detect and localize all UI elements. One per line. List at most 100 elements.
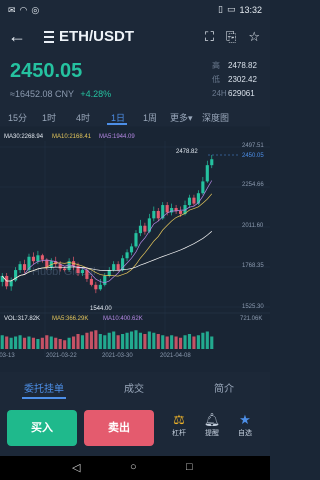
volume-bar xyxy=(134,330,138,349)
tab-intro[interactable]: 简介 xyxy=(214,380,234,395)
volume-bar xyxy=(112,331,116,349)
volume-bar xyxy=(80,335,85,349)
battery-icon: ▭ xyxy=(226,4,236,14)
section-tabs: 委托挂单 成交 简介 xyxy=(0,372,270,400)
volume-bar xyxy=(192,336,196,349)
chart-grid xyxy=(0,141,270,357)
candle-body xyxy=(116,264,120,271)
action-bar: 买入 卖出 ⚖ 杠杆 🔔︎ 提醒 ★ 自选 xyxy=(0,400,270,456)
volume-bar xyxy=(27,336,31,349)
volume-bar xyxy=(170,335,174,349)
volume-bar xyxy=(72,336,76,349)
ma5-label: MA5:1944.09 xyxy=(99,134,135,140)
nav-home-icon[interactable]: ○ xyxy=(130,461,137,473)
low-price-label: 1544.00 xyxy=(90,306,112,312)
candle-body xyxy=(98,284,102,290)
x-tick-label: 2021-04-08 xyxy=(160,353,191,359)
tab-more[interactable]: 更多▾ xyxy=(170,111,193,124)
alert-button[interactable]: 🔔︎ 提醒 xyxy=(197,412,227,438)
favorite-star-icon[interactable]: ☆ xyxy=(248,29,260,45)
sell-button[interactable]: 卖出 xyxy=(84,410,154,446)
y-tick-label: 2497.51 xyxy=(242,143,264,149)
nav-back-icon[interactable]: ◁ xyxy=(72,461,80,474)
volume-bar xyxy=(5,336,9,349)
tab-orders[interactable]: 委托挂单 xyxy=(24,380,64,395)
volume-bar xyxy=(36,339,40,349)
alert-label: 提醒 xyxy=(205,430,219,437)
volume-bar xyxy=(107,332,111,349)
volume-bar xyxy=(85,332,89,349)
volume-bar xyxy=(18,335,22,349)
active-tab-underline xyxy=(107,123,127,125)
favorite-label: 自选 xyxy=(238,430,252,437)
tab-15m[interactable]: 15分 xyxy=(8,111,27,124)
vibrate-icon: ▯ xyxy=(218,4,223,14)
volume-bar xyxy=(187,334,192,349)
volume-bar xyxy=(58,339,62,349)
volume-bar xyxy=(147,331,151,349)
volume-bar xyxy=(196,335,200,349)
leverage-icon: ⚖ xyxy=(173,412,185,427)
volume-bar xyxy=(67,337,71,349)
price-change: +4.28% xyxy=(80,89,112,99)
fullscreen-icon[interactable]: ⛶ xyxy=(205,29,214,45)
section-tab-underline xyxy=(22,397,66,399)
stat-24h: 24H 629061 xyxy=(212,88,255,98)
volume-bar xyxy=(22,337,27,349)
volume-bar xyxy=(174,336,178,349)
bell-icon: 🔔︎ xyxy=(203,412,221,427)
candle-body xyxy=(94,284,98,290)
vol-ma10-label: MA10:400.62K xyxy=(103,316,143,322)
candle-body xyxy=(31,256,35,262)
volume-bar xyxy=(76,334,80,349)
tab-depth[interactable]: 深度图 xyxy=(202,111,229,124)
header: ← ETH/USDT ⛶ ⎘ ☆ xyxy=(0,20,270,54)
share-icon[interactable]: ⎘ xyxy=(226,29,236,45)
volume-bar xyxy=(161,335,165,349)
volume-bar xyxy=(9,337,13,349)
volume-bar xyxy=(89,331,93,349)
volume-bar xyxy=(210,336,214,349)
candle-body xyxy=(134,233,138,247)
volume-bar xyxy=(179,337,183,349)
volume-bar xyxy=(138,332,142,349)
back-arrow-icon[interactable]: ← xyxy=(8,26,26,47)
y-ticks-group: 2497.51 2254.66 2011.60 1768.35 1525.30 xyxy=(242,143,264,310)
volume-bar xyxy=(63,340,67,349)
candle-body xyxy=(18,264,22,271)
volume-bar xyxy=(183,335,187,349)
volume-bar xyxy=(0,335,4,349)
candle-body xyxy=(156,210,160,219)
leverage-button[interactable]: ⚖ 杠杆 xyxy=(164,412,194,438)
pair-selector[interactable]: ETH/USDT xyxy=(44,28,134,45)
candle-body xyxy=(192,197,196,204)
system-nav-bar: ◁ ○ □ xyxy=(0,456,270,480)
kline-chart[interactable]: MA30:2268.94 MA10:2168.41 MA5:1944.09 Hu… xyxy=(0,127,270,360)
vol-ma5-label: MA5:366.29K xyxy=(52,316,88,322)
vol-label: VOL:317.82K xyxy=(4,316,40,322)
y-tick-label: 2011.60 xyxy=(242,223,264,229)
cny-price: ≈16452.08 CNY xyxy=(10,89,74,99)
candle-body xyxy=(179,210,183,214)
vol-max-label: 721.06K xyxy=(240,316,262,322)
favorite-button[interactable]: ★ 自选 xyxy=(230,412,260,438)
volume-bar xyxy=(14,336,18,349)
x-ticks-group: 2021-03-13 2021-03-22 2021-03-30 2021-04-08 xyxy=(0,353,191,359)
volume-bar xyxy=(31,337,35,349)
volume-bars-group xyxy=(0,330,214,349)
volume-bar xyxy=(156,334,160,349)
volume-bar xyxy=(121,334,125,349)
candle-body xyxy=(210,159,214,166)
tab-4h[interactable]: 4时 xyxy=(76,111,90,124)
buy-button[interactable]: 买入 xyxy=(7,410,77,446)
tab-1h[interactable]: 1时 xyxy=(42,111,56,124)
tab-trades[interactable]: 成交 xyxy=(124,380,144,395)
candle-body xyxy=(45,259,49,268)
candle-body xyxy=(40,255,44,260)
candle-body xyxy=(80,270,85,274)
x-tick-label: 2021-03-30 xyxy=(102,353,133,359)
candle-body xyxy=(196,193,200,204)
tab-1w[interactable]: 1周 xyxy=(143,111,157,124)
nav-recents-icon[interactable]: □ xyxy=(186,461,193,473)
candle-body xyxy=(22,264,27,271)
